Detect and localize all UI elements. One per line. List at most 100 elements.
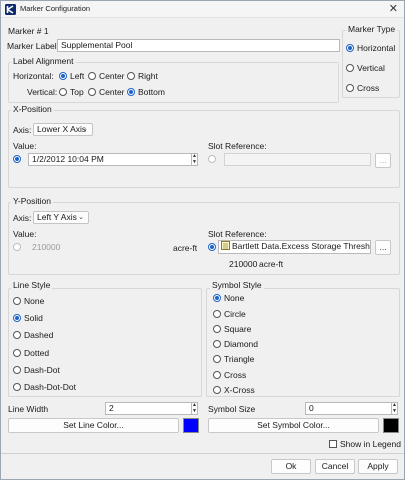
marker-number-label: Marker # 1 [8, 26, 49, 36]
radio-dot-icon [88, 88, 96, 96]
line-style-solid-radio[interactable]: Solid [13, 313, 43, 323]
radio-dot-icon [213, 340, 221, 348]
radio-dot-icon [13, 349, 21, 357]
line-style-title: Line Style [11, 280, 53, 290]
window-title: Marker Configuration [20, 4, 91, 13]
symbol-style-title: Symbol Style [210, 280, 264, 290]
set-symbol-color-button[interactable]: Set Symbol Color... [208, 418, 379, 433]
marker-label-caption: Marker Label [7, 41, 57, 51]
x-value-input[interactable]: 1/2/2012 10:04 PM ▲ ▼ [28, 153, 198, 166]
show-in-legend-checkbox[interactable]: Show in Legend [329, 439, 401, 449]
y-axis-select[interactable]: Left Y Axis ⌄ [33, 211, 89, 224]
x-slot-radio[interactable] [208, 155, 219, 163]
app-logo-icon [5, 4, 16, 15]
vertical-alignment-caption: Vertical: [27, 87, 58, 97]
radio-dot-icon [13, 314, 21, 322]
symbol-diamond-radio[interactable]: Diamond [213, 339, 258, 349]
y-value-unit: acre-ft [173, 243, 198, 253]
line-style-dotted-radio[interactable]: Dotted [13, 348, 49, 358]
radio-dot-icon [213, 325, 221, 333]
line-width-input[interactable]: 2 ▲ ▼ [105, 402, 198, 415]
y-value-input: 210000 [32, 242, 61, 252]
x-value-radio[interactable] [13, 155, 24, 163]
x-value-caption: Value: [13, 141, 37, 151]
y-value-radio[interactable] [13, 243, 24, 251]
set-line-color-button[interactable]: Set Line Color... [8, 418, 179, 433]
x-slot-browse-button[interactable]: ... [375, 153, 391, 168]
spin-down-icon[interactable]: ▼ [192, 408, 197, 415]
radio-dot-icon [213, 310, 221, 318]
radio-dot-icon [13, 366, 21, 374]
line-style-dashed-radio[interactable]: Dashed [13, 330, 53, 340]
radio-dot-icon [213, 355, 221, 363]
y-axis-caption: Axis: [13, 213, 32, 223]
symbol-none-radio[interactable]: None [213, 293, 244, 303]
marker-type-cross-radio[interactable]: Cross [346, 83, 379, 93]
marker-label-input[interactable]: Supplemental Pool [57, 39, 340, 52]
ok-button[interactable]: Ok [271, 459, 311, 474]
symbol-square-radio[interactable]: Square [213, 324, 251, 334]
radio-dot-icon [88, 72, 96, 80]
x-value-spinner[interactable]: ▲ ▼ [191, 154, 197, 166]
v-align-bottom-radio[interactable]: Bottom [127, 87, 165, 97]
line-style-dash-dot-dot-radio[interactable]: Dash-Dot-Dot [13, 382, 76, 392]
x-position-group [8, 110, 400, 188]
x-axis-caption: Axis: [13, 125, 32, 135]
h-align-right-radio[interactable]: Right [127, 71, 158, 81]
radio-dot-icon [127, 72, 135, 80]
cancel-button[interactable]: Cancel [315, 459, 355, 474]
x-position-title: X-Position [11, 104, 54, 114]
x-slot-input [224, 153, 371, 166]
radio-dot-icon [127, 88, 135, 96]
footer-divider [1, 453, 404, 454]
chevron-down-icon: ⌄ [82, 126, 88, 133]
radio-dot-icon [346, 84, 354, 92]
y-slot-browse-button[interactable]: ... [375, 240, 391, 255]
symbol-size-spinner[interactable]: ▲ ▼ [391, 403, 397, 415]
y-slot-readout-unit: acre-ft [259, 259, 284, 269]
close-icon[interactable]: ✕ [389, 2, 398, 16]
line-width-caption: Line Width [8, 404, 49, 414]
symbol-triangle-radio[interactable]: Triangle [213, 354, 254, 364]
line-width-spinner[interactable]: ▲ ▼ [191, 403, 197, 415]
radio-dot-icon [59, 88, 67, 96]
y-slot-input[interactable]: Bartlett Data.Excess Storage Threshold [218, 240, 371, 254]
radio-dot-icon [213, 294, 221, 302]
radio-dot-icon [346, 64, 354, 72]
h-align-center-radio[interactable]: Center [88, 71, 125, 81]
line-style-none-radio[interactable]: None [13, 296, 44, 306]
y-position-title: Y-Position [11, 196, 53, 206]
h-align-left-radio[interactable]: Left [59, 71, 84, 81]
radio-dot-icon [13, 155, 21, 163]
horizontal-alignment-caption: Horizontal: [13, 71, 54, 81]
symbol-size-input[interactable]: 0 ▲ ▼ [305, 402, 398, 415]
v-align-center-radio[interactable]: Center [88, 87, 125, 97]
radio-dot-icon [59, 72, 67, 80]
title-bar: Marker Configuration ✕ [1, 1, 404, 18]
y-value-caption: Value: [13, 229, 37, 239]
symbol-x-cross-radio[interactable]: X-Cross [213, 385, 255, 395]
line-color-swatch[interactable] [183, 418, 199, 433]
label-alignment-title: Label Alignment [11, 56, 76, 66]
marker-type-title: Marker Type [346, 24, 398, 34]
line-style-dash-dot-radio[interactable]: Dash-Dot [13, 365, 60, 375]
x-slot-reference-caption: Slot Reference: [208, 141, 267, 151]
spin-down-icon[interactable]: ▼ [392, 408, 397, 415]
marker-configuration-window: Marker Configuration ✕ Marker # 1 Marker… [0, 0, 405, 480]
v-align-top-radio[interactable]: Top [59, 87, 84, 97]
checkbox-icon [329, 440, 337, 448]
apply-button[interactable]: Apply [358, 459, 398, 474]
radio-dot-icon [346, 44, 354, 52]
radio-dot-icon [13, 383, 21, 391]
x-axis-select[interactable]: Lower X Axis ⌄ [33, 123, 93, 136]
marker-type-vertical-radio[interactable]: Vertical [346, 63, 385, 73]
symbol-size-caption: Symbol Size [208, 404, 256, 414]
symbol-color-swatch[interactable] [383, 418, 399, 433]
y-slot-readout-value: 210000 [229, 259, 258, 269]
radio-dot-icon [208, 155, 216, 163]
symbol-circle-radio[interactable]: Circle [213, 309, 246, 319]
spin-down-icon[interactable]: ▼ [192, 159, 197, 166]
symbol-cross-radio[interactable]: Cross [213, 370, 246, 380]
slot-data-icon [221, 241, 230, 250]
marker-type-horizontal-radio[interactable]: Horizontal [346, 43, 395, 53]
